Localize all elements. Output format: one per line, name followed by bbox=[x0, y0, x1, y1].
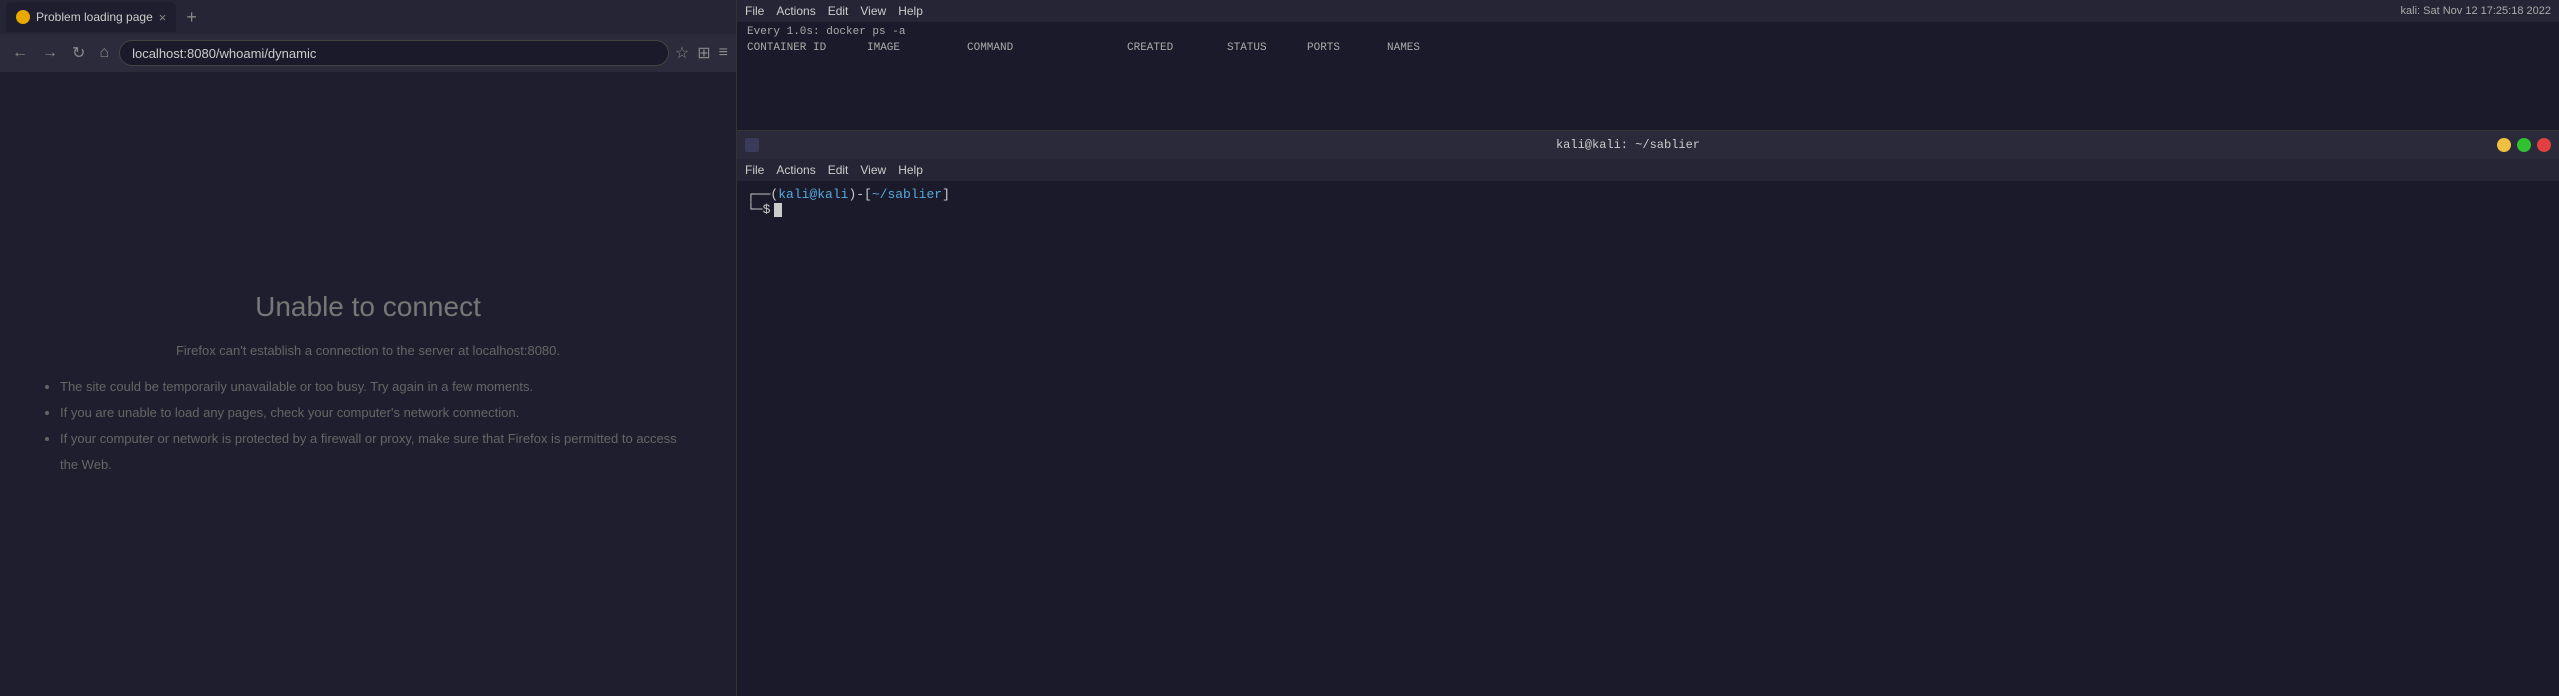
bottom-menu-help[interactable]: Help bbox=[898, 163, 923, 177]
browser-chrome: Problem loading page × + ← → ↻ ⌂ localho… bbox=[0, 0, 736, 72]
tab-bar: Problem loading page × + bbox=[0, 0, 736, 34]
docker-watch-line: Every 1.0s: docker ps -a bbox=[747, 26, 2549, 38]
tab-close-button[interactable]: × bbox=[159, 11, 167, 24]
back-button[interactable]: ← bbox=[8, 42, 32, 64]
terminal-close-button[interactable] bbox=[2537, 138, 2551, 152]
prompt-user: kali@kali bbox=[778, 187, 848, 202]
terminal-bottom-body[interactable]: ┌──(kali@kali)-[~/sablier] └─$ bbox=[737, 181, 2559, 696]
tab-title: Problem loading page bbox=[36, 10, 153, 24]
prompt-close-bracket: ] bbox=[942, 187, 950, 202]
address-bar[interactable]: localhost:8080/whoami/dynamic bbox=[119, 40, 669, 66]
terminal-bottom: kali@kali: ~/sablier File Actions Edit V… bbox=[737, 130, 2559, 696]
terminal-top: File Actions Edit View Help kali: Sat No… bbox=[737, 0, 2559, 130]
col-status: STATUS bbox=[1227, 42, 1307, 54]
home-button[interactable]: ⌂ bbox=[95, 42, 113, 64]
reading-list-icon[interactable]: ⊞ bbox=[697, 43, 710, 63]
error-list-item: The site could be temporarily unavailabl… bbox=[60, 374, 696, 400]
menu-edit[interactable]: Edit bbox=[828, 4, 849, 18]
new-tab-button[interactable]: + bbox=[180, 7, 203, 28]
col-container-id: CONTAINER ID bbox=[747, 42, 867, 54]
error-list-item: If you are unable to load any pages, che… bbox=[60, 400, 696, 426]
terminal-top-menubar: File Actions Edit View Help kali: Sat No… bbox=[737, 0, 2559, 22]
col-names: NAMES bbox=[1387, 42, 1507, 54]
error-description: Firefox can't establish a connection to … bbox=[176, 343, 560, 358]
tab-favicon bbox=[16, 10, 30, 24]
menu-actions[interactable]: Actions bbox=[776, 4, 815, 18]
bottom-menu-edit[interactable]: Edit bbox=[828, 163, 849, 177]
menu-help[interactable]: Help bbox=[898, 4, 923, 18]
error-title: Unable to connect bbox=[255, 291, 481, 323]
menu-icon[interactable]: ≡ bbox=[719, 44, 728, 62]
col-ports: PORTS bbox=[1307, 42, 1387, 54]
menu-view[interactable]: View bbox=[860, 4, 886, 18]
menu-file[interactable]: File bbox=[745, 4, 764, 18]
prompt-corner: └─ bbox=[747, 202, 763, 217]
right-panel: File Actions Edit View Help kali: Sat No… bbox=[737, 0, 2559, 696]
bottom-menu-file[interactable]: File bbox=[745, 163, 764, 177]
cursor bbox=[774, 203, 782, 217]
bottom-menu-view[interactable]: View bbox=[860, 163, 886, 177]
prompt-dollar-line: └─$ bbox=[747, 202, 2549, 217]
terminal-small-icon bbox=[745, 138, 759, 152]
terminal-bottom-menubar: File Actions Edit View Help bbox=[737, 159, 2559, 181]
terminal-top-body: Every 1.0s: docker ps -a CONTAINER ID IM… bbox=[737, 22, 2559, 130]
prompt-line: ┌──(kali@kali)-[~/sablier] bbox=[747, 187, 2549, 202]
terminal-clock: kali: Sat Nov 12 17:25:18 2022 bbox=[2401, 5, 2551, 17]
col-image: IMAGE bbox=[867, 42, 967, 54]
nav-bar: ← → ↻ ⌂ localhost:8080/whoami/dynamic ☆ … bbox=[0, 34, 736, 72]
terminal-bottom-title: kali@kali: ~/sablier bbox=[1556, 138, 1700, 152]
browser-panel: Problem loading page × + ← → ↻ ⌂ localho… bbox=[0, 0, 737, 696]
error-list-item: If your computer or network is protected… bbox=[60, 426, 696, 478]
nav-right-icons: ☆ ⊞ ≡ bbox=[675, 43, 728, 63]
terminal-maximize-button[interactable] bbox=[2517, 138, 2531, 152]
prompt-bracket-2: )-[ bbox=[848, 187, 871, 202]
bottom-menu-actions[interactable]: Actions bbox=[776, 163, 815, 177]
forward-button[interactable]: → bbox=[38, 42, 62, 64]
prompt-dollar: $ bbox=[763, 202, 771, 217]
prompt-open-bracket: ┌──( bbox=[747, 187, 778, 202]
terminal-bottom-titlebar: kali@kali: ~/sablier bbox=[737, 131, 2559, 159]
terminal-minimize-button[interactable] bbox=[2497, 138, 2511, 152]
col-command: COMMAND bbox=[967, 42, 1127, 54]
docker-table-header: CONTAINER ID IMAGE COMMAND CREATED STATU… bbox=[747, 42, 2549, 54]
prompt-path: ~/sablier bbox=[872, 187, 942, 202]
url-text: localhost:8080/whoami/dynamic bbox=[132, 46, 316, 61]
reload-button[interactable]: ↻ bbox=[68, 41, 89, 65]
error-list: The site could be temporarily unavailabl… bbox=[40, 374, 696, 478]
col-created: CREATED bbox=[1127, 42, 1227, 54]
browser-content: Unable to connect Firefox can't establis… bbox=[0, 72, 736, 696]
terminal-bottom-controls bbox=[2497, 138, 2551, 152]
bookmark-icon[interactable]: ☆ bbox=[675, 43, 689, 63]
active-tab[interactable]: Problem loading page × bbox=[6, 2, 176, 32]
